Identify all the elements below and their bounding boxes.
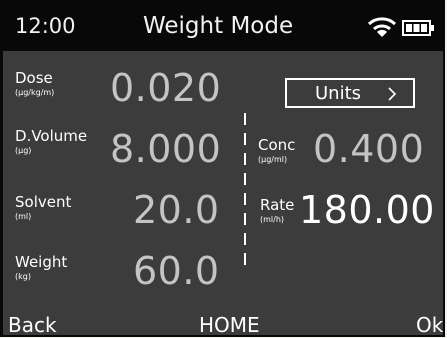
page-title: Weight Mode: [143, 13, 294, 39]
device-screen: 12:00 Weight Mode Dose (µg/kg/m) 0.020 U…: [3, 3, 443, 335]
status-bar: 12:00 Weight Mode: [3, 3, 443, 51]
dose-unit: (µg/kg/m): [15, 88, 55, 97]
weight-unit: (kg): [15, 272, 31, 281]
units-button[interactable]: Units: [285, 78, 415, 108]
softkey-bar: Back HOME Ok: [3, 313, 443, 335]
device-frame: 12:00 Weight Mode Dose (µg/kg/m) 0.020 U…: [0, 0, 445, 337]
wifi-icon: [367, 17, 397, 37]
rate-value[interactable]: 180.00: [299, 190, 435, 230]
solvent-unit: (ml): [15, 212, 32, 221]
dose-label: Dose: [15, 69, 53, 87]
weight-label: Weight: [15, 253, 68, 271]
rate-unit: (ml/h): [260, 215, 285, 224]
rate-label: Rate: [260, 196, 295, 214]
dose-value[interactable]: 0.020: [110, 68, 221, 108]
conc-unit: (µg/ml): [258, 155, 288, 164]
weight-value[interactable]: 60.0: [133, 251, 220, 291]
solvent-value[interactable]: 20.0: [133, 190, 220, 230]
dvolume-label: D.Volume: [15, 127, 88, 145]
column-divider: [244, 113, 246, 273]
conc-label: Conc: [258, 136, 296, 154]
status-time: 12:00: [15, 14, 76, 38]
conc-value[interactable]: 0.400: [313, 129, 424, 169]
back-softkey[interactable]: Back: [8, 313, 57, 335]
battery-icon: [402, 20, 434, 36]
parameter-panel: Dose (µg/kg/m) 0.020 Units D.Volume (µg)…: [3, 51, 443, 313]
home-softkey[interactable]: HOME: [199, 313, 260, 335]
ok-softkey[interactable]: Ok: [416, 313, 443, 335]
dvolume-value[interactable]: 8.000: [110, 129, 221, 169]
chevron-right-icon: [388, 87, 397, 101]
dvolume-unit: (µg): [15, 146, 32, 155]
solvent-label: Solvent: [15, 193, 72, 211]
units-button-label: Units: [315, 83, 362, 104]
